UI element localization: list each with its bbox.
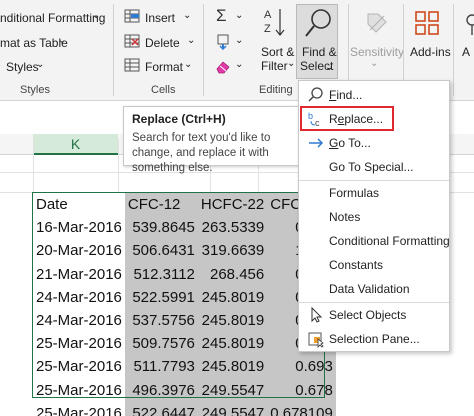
group-divider — [113, 4, 114, 96]
eraser-icon[interactable] — [215, 58, 231, 79]
chevron-down-icon: ⌄ — [183, 10, 192, 21]
search-icon — [307, 86, 325, 104]
chevron-down-icon: ⌄ — [92, 10, 101, 21]
sort-filter-icon: AZ — [262, 6, 286, 45]
chevron-down-icon: ⌄ — [235, 35, 244, 46]
menu-item-label: Find... — [329, 88, 363, 102]
chevron-down-icon: ⌄ — [370, 58, 379, 69]
autosum-icon[interactable]: Σ — [216, 6, 227, 26]
conditional-formatting-button[interactable]: nditional Formatting — [0, 11, 105, 25]
sort-filter-label: Filter — [261, 59, 288, 73]
menu-item-label: Selection Pane... — [329, 332, 420, 346]
svg-text:A: A — [264, 9, 272, 21]
sort-filter-button[interactable]: Sort & — [261, 45, 294, 59]
group-divider — [453, 4, 454, 96]
editing-group-label: Editing — [259, 84, 293, 96]
menu-item-label: Data Validation — [329, 282, 410, 296]
menu-item-go-to-special[interactable]: Go To Special... — [299, 155, 449, 179]
tooltip-title: Replace (Ctrl+H) — [132, 112, 226, 126]
chevron-down-icon: ⌄ — [58, 35, 67, 46]
value-cell[interactable]: 522.6447 — [124, 401, 198, 416]
chevron-down-icon: ⌄ — [36, 59, 45, 70]
replace-highlight-box — [300, 106, 394, 131]
delete-button[interactable]: Delete — [145, 36, 180, 50]
menu-item-label: Constants — [329, 258, 384, 272]
menu-item-data-validation[interactable]: Data Validation — [299, 277, 449, 301]
fill-icon[interactable] — [215, 34, 231, 55]
format-cells-icon — [124, 57, 140, 78]
cells-group-label: Cells — [151, 84, 176, 96]
find-select-label-1: Find & — [302, 45, 337, 59]
delete-cells-icon — [124, 33, 140, 54]
date-cell[interactable]: 25-Mar-2016 — [33, 401, 125, 416]
partial-label: A — [462, 45, 471, 59]
menu-item-label: Go To... — [329, 136, 371, 150]
menu-item-constants[interactable]: Constants — [299, 253, 449, 277]
replace-tooltip: Replace (Ctrl+H) Search for text you'd l… — [123, 106, 306, 174]
menu-item-label: Formulas — [329, 186, 380, 200]
menu-item-label: Go To Special... — [329, 160, 414, 174]
selection-border — [32, 192, 325, 398]
magnifier-icon — [303, 7, 333, 46]
menu-item-conditional-formatting[interactable]: Conditional Formatting — [299, 229, 450, 253]
chevron-down-icon: ⌄ — [287, 58, 296, 69]
insert-button[interactable]: Insert — [145, 11, 175, 25]
chevron-down-icon: ⌄ — [187, 35, 196, 46]
menu-item-formulas[interactable]: Formulas — [299, 181, 449, 205]
chevron-down-icon: ⌄ — [235, 59, 244, 70]
addins-button[interactable]: Add-ins — [410, 45, 451, 59]
chevron-down-icon: ⌄ — [184, 59, 193, 70]
menu-item-find[interactable]: Find... — [299, 83, 449, 107]
styles-button[interactable]: Styles — [6, 60, 39, 74]
format-button[interactable]: Format — [145, 60, 183, 74]
chevron-down-icon: ⌄ — [235, 10, 244, 21]
sensitivity-icon — [362, 10, 390, 41]
addins-icon — [414, 10, 440, 41]
table-row: 25-Mar-2016 522.6447 249.5547 0.678109 — [33, 401, 336, 416]
menu-item-select-objects[interactable]: Select Objects — [299, 303, 449, 327]
menu-item-selection-pane[interactable]: Selection Pane... — [299, 327, 449, 351]
svg-text:Z: Z — [264, 23, 271, 35]
partial-icon — [462, 14, 474, 41]
insert-cells-icon — [124, 8, 140, 29]
value-cell[interactable]: 249.5547 — [197, 401, 268, 416]
column-header-k[interactable]: K — [33, 134, 118, 155]
styles-group-label: Styles — [20, 84, 50, 96]
menu-item-label: Conditional Formatting — [329, 234, 450, 248]
group-divider — [203, 4, 204, 96]
arrow-right-icon — [307, 134, 325, 152]
value-cell[interactable]: 0.678109 — [267, 401, 336, 416]
selection-pane-icon — [307, 330, 325, 348]
sensitivity-button[interactable]: Sensitivity — [350, 45, 404, 59]
menu-item-notes[interactable]: Notes — [299, 205, 449, 229]
cursor-icon — [307, 306, 325, 324]
menu-item-go-to[interactable]: Go To... — [299, 131, 449, 155]
chevron-down-icon: ⌄ — [325, 62, 334, 73]
menu-item-label: Select Objects — [329, 308, 407, 322]
tooltip-body: Search for text you'd like to change, an… — [132, 132, 271, 174]
menu-item-label: Notes — [329, 210, 361, 224]
